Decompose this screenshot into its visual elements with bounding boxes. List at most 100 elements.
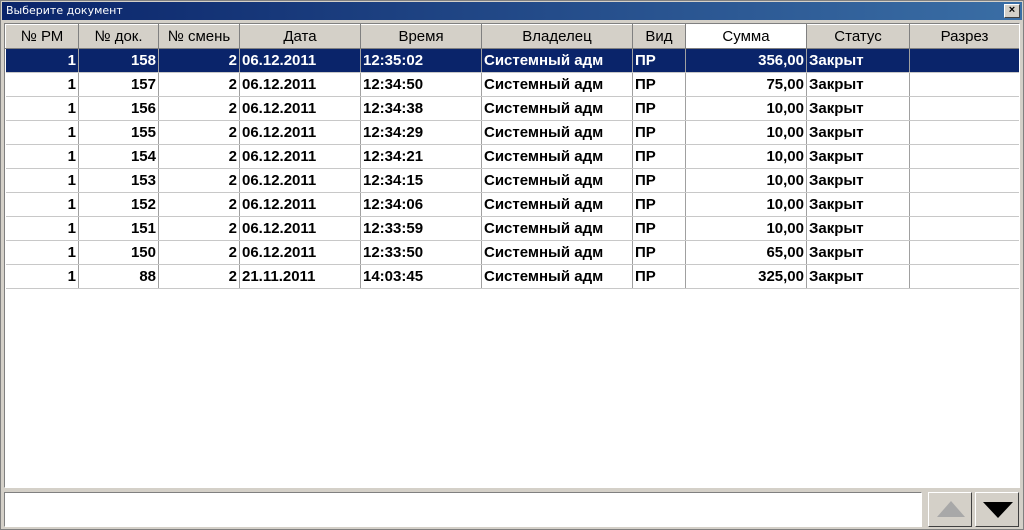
- cell-status: Закрыт: [806, 264, 910, 289]
- cell-section: [909, 192, 1019, 217]
- empty-cell: [633, 457, 686, 481]
- cell-date: 06.12.2011: [239, 168, 361, 193]
- cell-sum: 10,00: [685, 120, 807, 145]
- cell-section: [909, 216, 1019, 241]
- empty-cell: [159, 457, 240, 481]
- empty-cell: [79, 313, 159, 337]
- empty-cell: [686, 361, 807, 385]
- cell-sum: 65,00: [685, 240, 807, 265]
- column-header-shift[interactable]: № смень: [158, 24, 240, 49]
- cell-date: 06.12.2011: [239, 144, 361, 169]
- empty-cell: [361, 433, 482, 457]
- table-row[interactable]: 1 156 2 06.12.2011 12:34:38 Системный адм ПР 10…: [5, 96, 1019, 121]
- empty-cell: [482, 289, 633, 313]
- column-header-doc-number[interactable]: № док.: [78, 24, 159, 49]
- cell-date: 06.12.2011: [239, 120, 361, 145]
- empty-cell: [79, 433, 159, 457]
- column-header-status[interactable]: Статус: [806, 24, 910, 49]
- column-header-time[interactable]: Время: [360, 24, 482, 49]
- cell-rm: 1: [5, 168, 79, 193]
- table-row[interactable]: 1 152 2 06.12.2011 12:34:06 Системный адм ПР 10…: [5, 192, 1019, 217]
- documents-table: № РМ № док. № смень Дата Время Владелец Вид Сум…: [5, 24, 1020, 481]
- cell-time: 12:34:21: [360, 144, 482, 169]
- empty-cell: [6, 337, 79, 361]
- cell-time: 12:33:59: [360, 216, 482, 241]
- empty-cell: [686, 409, 807, 433]
- empty-cell: [910, 337, 1020, 361]
- column-header-rm[interactable]: № РМ: [5, 24, 79, 49]
- cell-sum: 10,00: [685, 168, 807, 193]
- empty-cell: [361, 385, 482, 409]
- column-header-type[interactable]: Вид: [632, 24, 686, 49]
- column-header-section[interactable]: Разрез: [909, 24, 1019, 49]
- table-header-row: № РМ № док. № смень Дата Время Владелец Вид Сум…: [5, 24, 1019, 49]
- table-row[interactable]: 1 150 2 06.12.2011 12:33:50 Системный адм ПР 65…: [5, 240, 1019, 265]
- empty-cell: [79, 337, 159, 361]
- cell-rm: 1: [5, 192, 79, 217]
- table-row[interactable]: 1 151 2 06.12.2011 12:33:59 Системный адм ПР 10…: [5, 216, 1019, 241]
- cell-time: 12:34:38: [360, 96, 482, 121]
- column-header-sum[interactable]: Сумма: [685, 24, 807, 49]
- empty-cell: [633, 313, 686, 337]
- cell-type: ПР: [632, 192, 686, 217]
- cell-date: 06.12.2011: [239, 216, 361, 241]
- empty-cell: [686, 457, 807, 481]
- empty-cell: [807, 289, 910, 313]
- cell-doc-number: 156: [78, 96, 159, 121]
- empty-cell: [482, 433, 633, 457]
- cell-shift: 2: [158, 48, 240, 73]
- cell-owner: Системный адм: [481, 240, 633, 265]
- table-row[interactable]: 1 158 2 06.12.2011 12:35:02 Системный адм ПР 35…: [5, 48, 1019, 73]
- scroll-up-button[interactable]: [928, 492, 972, 527]
- empty-cell: [686, 337, 807, 361]
- empty-cell: [240, 361, 361, 385]
- table-row[interactable]: 1 155 2 06.12.2011 12:34:29 Системный адм ПР 10…: [5, 120, 1019, 145]
- empty-cell: [361, 361, 482, 385]
- empty-cell: [6, 457, 79, 481]
- cell-rm: 1: [5, 264, 79, 289]
- cell-status: Закрыт: [806, 72, 910, 97]
- column-header-owner[interactable]: Владелец: [481, 24, 633, 49]
- cell-status: Закрыт: [806, 48, 910, 73]
- empty-cell: [159, 385, 240, 409]
- cell-type: ПР: [632, 216, 686, 241]
- empty-cell: [910, 385, 1020, 409]
- table-row[interactable]: 1 154 2 06.12.2011 12:34:21 Системный адм ПР 10…: [5, 144, 1019, 169]
- cell-type: ПР: [632, 96, 686, 121]
- empty-cell: [159, 409, 240, 433]
- cell-time: 12:34:29: [360, 120, 482, 145]
- empty-cell: [361, 409, 482, 433]
- cell-rm: 1: [5, 72, 79, 97]
- empty-cell: [686, 385, 807, 409]
- empty-cell: [910, 409, 1020, 433]
- table-row[interactable]: 1 157 2 06.12.2011 12:34:50 Системный адм ПР 75…: [5, 72, 1019, 97]
- cell-rm: 1: [5, 120, 79, 145]
- cell-shift: 2: [158, 240, 240, 265]
- column-header-date[interactable]: Дата: [239, 24, 361, 49]
- cell-section: [909, 144, 1019, 169]
- empty-cell: [159, 289, 240, 313]
- cell-type: ПР: [632, 48, 686, 73]
- empty-cell: [361, 289, 482, 313]
- table-row[interactable]: 1 88 2 21.11.2011 14:03:45 Системный адм ПР 325…: [5, 264, 1019, 289]
- empty-cell: [807, 361, 910, 385]
- empty-cell: [482, 361, 633, 385]
- cell-section: [909, 240, 1019, 265]
- title-bar: Выберите документ ×: [2, 2, 1022, 20]
- document-selection-window: Выберите документ × № РМ № док. № смень Дат…: [0, 0, 1024, 530]
- cell-section: [909, 72, 1019, 97]
- scroll-down-button[interactable]: [975, 492, 1019, 527]
- empty-cell: [240, 433, 361, 457]
- cell-doc-number: 88: [78, 264, 159, 289]
- empty-cell: [6, 409, 79, 433]
- empty-cell: [807, 409, 910, 433]
- table-row[interactable]: 1 153 2 06.12.2011 12:34:15 Системный адм ПР 10…: [5, 168, 1019, 193]
- empty-cell: [6, 313, 79, 337]
- cell-status: Закрыт: [806, 120, 910, 145]
- empty-cell: [807, 457, 910, 481]
- cell-sum: 356,00: [685, 48, 807, 73]
- empty-cell: [159, 337, 240, 361]
- search-input[interactable]: [4, 492, 922, 527]
- empty-cell: [159, 361, 240, 385]
- close-button[interactable]: ×: [1004, 4, 1020, 18]
